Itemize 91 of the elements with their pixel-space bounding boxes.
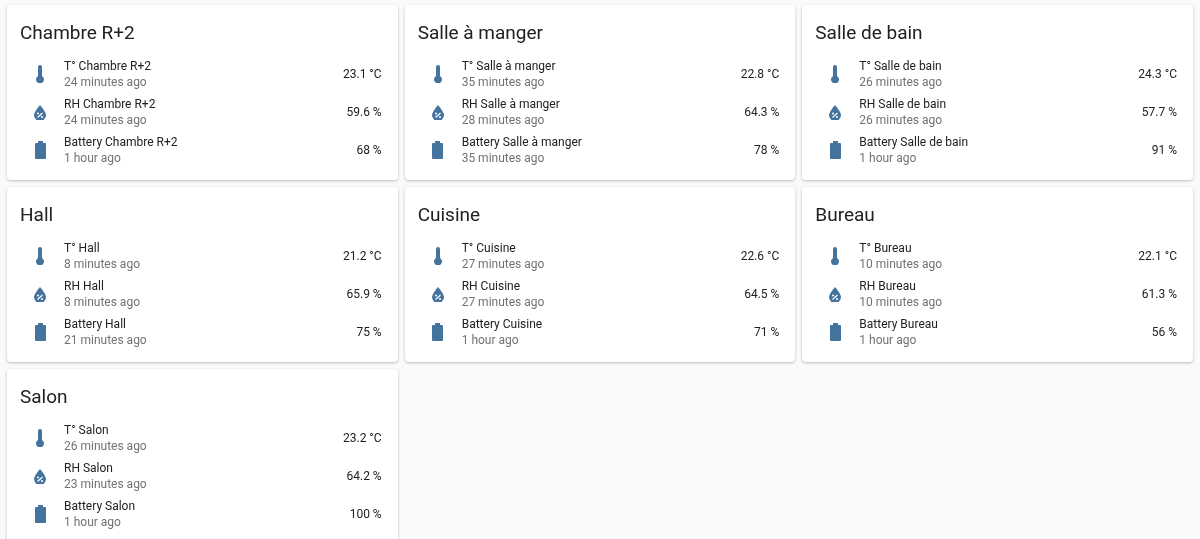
last-updated: 1 hour ago bbox=[859, 332, 917, 348]
water-percent-icon bbox=[431, 286, 444, 302]
water-percent-icon bbox=[34, 468, 46, 484]
last-updated: 23 minutes ago bbox=[64, 476, 147, 492]
last-updated: 28 minutes ago bbox=[461, 112, 545, 128]
card-title: Hall bbox=[20, 203, 55, 227]
entity-name[interactable]: Battery Cuisine bbox=[461, 316, 543, 332]
entity-value: 91 % bbox=[1151, 142, 1178, 159]
water-percent-icon bbox=[34, 286, 46, 302]
entity-value: 65.9 % bbox=[346, 286, 383, 303]
last-updated: 1 hour ago bbox=[461, 332, 519, 348]
battery-icon bbox=[34, 505, 46, 523]
thermometer-icon bbox=[830, 65, 841, 83]
last-updated: 1 hour ago bbox=[859, 150, 917, 166]
last-updated: 26 minutes ago bbox=[64, 438, 147, 454]
entity-value: 78 % bbox=[754, 142, 781, 159]
battery-icon bbox=[829, 141, 841, 159]
entity-name[interactable]: RH Cuisine bbox=[461, 278, 521, 294]
entity-name[interactable]: T° Salon bbox=[64, 422, 109, 438]
entity-name[interactable]: Battery Bureau bbox=[859, 316, 938, 332]
thermometer-icon bbox=[830, 247, 841, 265]
last-updated: 10 minutes ago bbox=[859, 256, 943, 272]
battery-icon bbox=[432, 141, 444, 159]
entity-value: 61.3 % bbox=[1141, 286, 1178, 303]
card-title: Salle à manger bbox=[417, 21, 545, 45]
last-updated: 24 minutes ago bbox=[64, 74, 147, 90]
thermometer-icon bbox=[35, 247, 45, 265]
entity-value: 56 % bbox=[1151, 324, 1178, 341]
entity-value: 64.3 % bbox=[744, 104, 781, 121]
last-updated: 1 hour ago bbox=[64, 514, 121, 530]
entity-value: 68 % bbox=[356, 142, 383, 159]
entity-name[interactable]: T° Bureau bbox=[859, 240, 912, 256]
last-updated: 35 minutes ago bbox=[461, 150, 545, 166]
entity-value: 64.2 % bbox=[346, 468, 383, 485]
entity-value: 24.3 °C bbox=[1138, 66, 1178, 83]
entity-value: 22.1 °C bbox=[1138, 248, 1178, 265]
entity-value: 57.7 % bbox=[1141, 104, 1178, 121]
entity-name[interactable]: T° Salle de bain bbox=[859, 58, 942, 74]
entity-name[interactable]: Battery Chambre R+2 bbox=[64, 134, 178, 150]
entity-value: 100 % bbox=[349, 506, 383, 523]
last-updated: 26 minutes ago bbox=[859, 112, 943, 128]
entity-value: 75 % bbox=[356, 324, 383, 341]
card-title: Chambre R+2 bbox=[20, 21, 136, 45]
entity-name[interactable]: T° Cuisine bbox=[461, 240, 516, 256]
water-percent-icon bbox=[829, 104, 842, 120]
thermometer-icon bbox=[35, 429, 45, 447]
battery-icon bbox=[432, 323, 444, 341]
battery-icon bbox=[34, 323, 46, 341]
battery-icon bbox=[829, 323, 841, 341]
entity-name[interactable]: Battery Salle à manger bbox=[461, 134, 582, 150]
entity-name[interactable]: RH Hall bbox=[64, 278, 104, 294]
card-title: Salon bbox=[20, 385, 69, 409]
water-percent-icon bbox=[34, 104, 46, 120]
last-updated: 8 minutes ago bbox=[64, 256, 140, 272]
entity-name[interactable]: Battery Salon bbox=[64, 498, 136, 514]
entity-name[interactable]: RH Salon bbox=[64, 460, 113, 476]
entity-value: 71 % bbox=[754, 324, 781, 341]
entity-value: 21.2 °C bbox=[343, 248, 383, 265]
entity-name[interactable]: T° Chambre R+2 bbox=[64, 58, 152, 74]
entity-value: 59.6 % bbox=[346, 104, 383, 121]
thermometer-icon bbox=[432, 65, 443, 83]
last-updated: 1 hour ago bbox=[64, 150, 121, 166]
last-updated: 24 minutes ago bbox=[64, 112, 147, 128]
entity-name[interactable]: RH Salle de bain bbox=[859, 96, 946, 112]
entity-value: 22.8 °C bbox=[740, 66, 781, 83]
last-updated: 27 minutes ago bbox=[461, 294, 545, 310]
entity-value: 23.1 °C bbox=[343, 66, 383, 83]
entity-name[interactable]: RH Chambre R+2 bbox=[64, 96, 156, 112]
last-updated: 26 minutes ago bbox=[859, 74, 943, 90]
battery-icon bbox=[34, 141, 46, 159]
last-updated: 8 minutes ago bbox=[64, 294, 140, 310]
entity-name[interactable]: RH Bureau bbox=[859, 278, 916, 294]
entity-name[interactable]: RH Salle à manger bbox=[461, 96, 560, 112]
thermometer-icon bbox=[432, 247, 443, 265]
entity-value: 23.2 °C bbox=[343, 430, 383, 447]
entity-value: 64.5 % bbox=[744, 286, 781, 303]
entity-value: 22.6 °C bbox=[740, 248, 781, 265]
water-percent-icon bbox=[431, 104, 444, 120]
water-percent-icon bbox=[829, 286, 842, 302]
last-updated: 21 minutes ago bbox=[64, 332, 147, 348]
card-title: Cuisine bbox=[417, 203, 482, 227]
last-updated: 10 minutes ago bbox=[859, 294, 943, 310]
entity-name[interactable]: Battery Salle de bain bbox=[859, 134, 969, 150]
last-updated: 27 minutes ago bbox=[461, 256, 545, 272]
card-title: Bureau bbox=[815, 203, 876, 227]
entity-name[interactable]: Battery Hall bbox=[64, 316, 126, 332]
entity-name[interactable]: T° Salle à manger bbox=[461, 58, 556, 74]
thermometer-icon bbox=[35, 65, 45, 83]
last-updated: 35 minutes ago bbox=[461, 74, 545, 90]
card-title: Salle de bain bbox=[815, 21, 924, 45]
entity-name[interactable]: T° Hall bbox=[64, 240, 100, 256]
